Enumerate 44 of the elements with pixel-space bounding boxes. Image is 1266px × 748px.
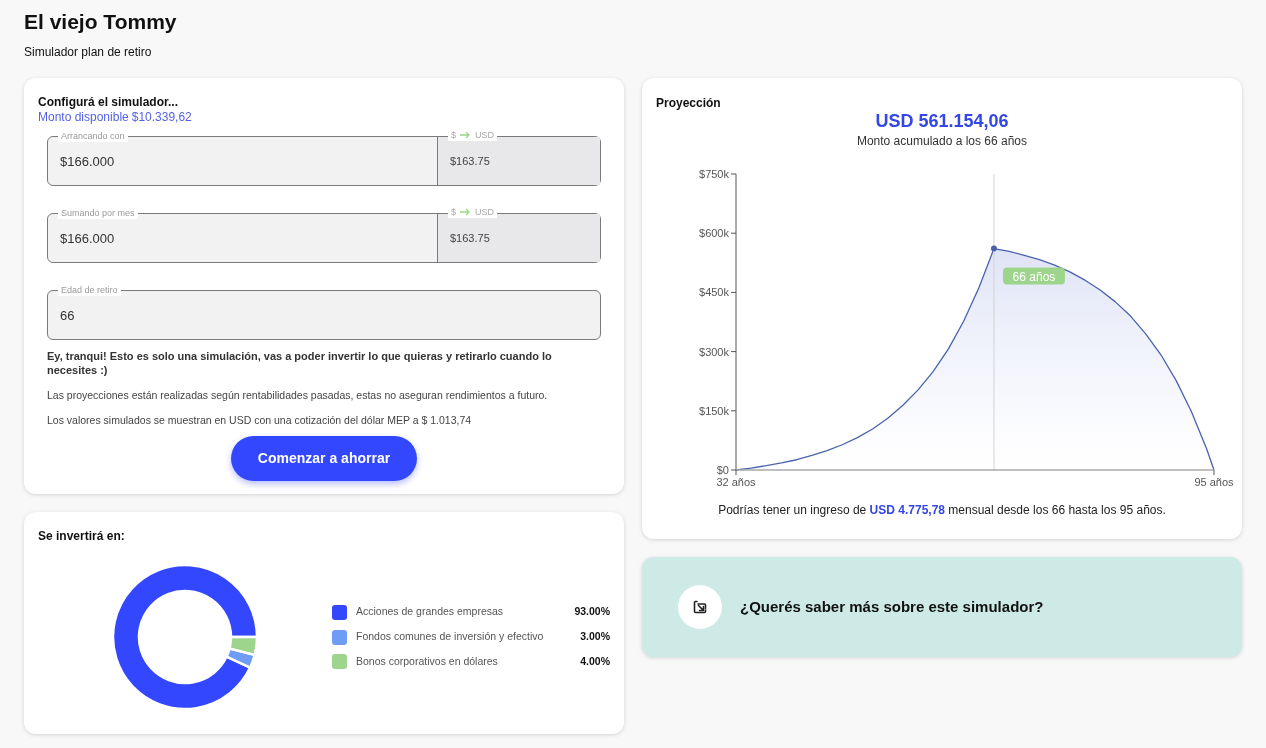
- currency-to: USD: [475, 206, 495, 218]
- page-title: El viejo Tommy: [24, 9, 178, 35]
- projection-caption: Monto acumulado a los 66 años: [855, 133, 1029, 150]
- field-label: Arrancando con: [58, 130, 128, 142]
- info-banner[interactable]: ¿Querés saber más sobre este simulador?: [642, 557, 1242, 657]
- field-label: Sumando por mes: [58, 207, 138, 219]
- legend-label: Bonos corporativos en dólares: [356, 653, 499, 669]
- projected-amount: USD 561.154,06: [874, 110, 1010, 132]
- available-value: $10.339,62: [131, 109, 192, 125]
- peak-point: [990, 245, 997, 252]
- start-saving-button[interactable]: Comenzar a ahorrar: [230, 436, 418, 481]
- config-title: Configurá el simulador...: [38, 95, 180, 109]
- currency-from: $: [451, 206, 456, 218]
- y-tick-label: $150k: [699, 404, 729, 417]
- legend-label: Fondos comunes de inversión y efectivo: [356, 629, 545, 645]
- page-subtitle: Simulador plan de retiro: [24, 44, 153, 61]
- currency-to: USD: [475, 129, 495, 141]
- allocation-title: Se invertirá en:: [38, 528, 126, 545]
- y-tick-label: $450k: [699, 286, 729, 299]
- projection-title: Proyección: [656, 95, 722, 112]
- converted-value: $163.75: [450, 153, 490, 169]
- disclaimer-text: Las proyecciones están realizadas según rentabilidades pasadas, estas no aseguran rendimientos a futuro.: [47, 388, 549, 402]
- disclaimer-text: Los valores simulados se muestran en USD con una cotización del dólar MEP a $ 1.013,74: [47, 413, 473, 427]
- arrow-right-icon: [460, 208, 471, 216]
- converted-value: $163.75: [450, 230, 490, 246]
- annotation: 66 años: [1012, 269, 1056, 284]
- y-tick-label: $600k: [699, 227, 729, 240]
- arrow-right-icon: [460, 131, 471, 139]
- legend-percent: 3.00%: [580, 629, 610, 645]
- open-link-icon: [678, 585, 722, 629]
- x-tick-label: 32 años: [716, 476, 756, 488]
- notice-text: Ey, tranqui! Esto es solo una simulación, vas a poder invertir lo que quieras y retirarlo cuando lo necesites :): [47, 349, 553, 377]
- y-tick-label: $0: [716, 464, 729, 476]
- info-banner-text: ¿Querés saber más sobre este simulador?: [740, 596, 1044, 617]
- legend-label: Acciones de grandes empresas: [356, 604, 505, 620]
- legend-percent: 4.00%: [580, 653, 610, 669]
- x-tick-label: 95 años: [1194, 476, 1234, 488]
- y-tick-label: $300k: [699, 345, 729, 358]
- income-text: Podrías tener un ingreso de USD 4.775,78 mensual desde los 66 hasta los 95 años.: [717, 502, 1167, 519]
- currency-from: $: [451, 129, 456, 141]
- available-label: Monto disponible: [38, 109, 129, 125]
- y-tick-label: $750k: [699, 168, 729, 180]
- field-label: Edad de retiro: [58, 284, 121, 296]
- legend-percent: 93.00%: [574, 604, 610, 620]
